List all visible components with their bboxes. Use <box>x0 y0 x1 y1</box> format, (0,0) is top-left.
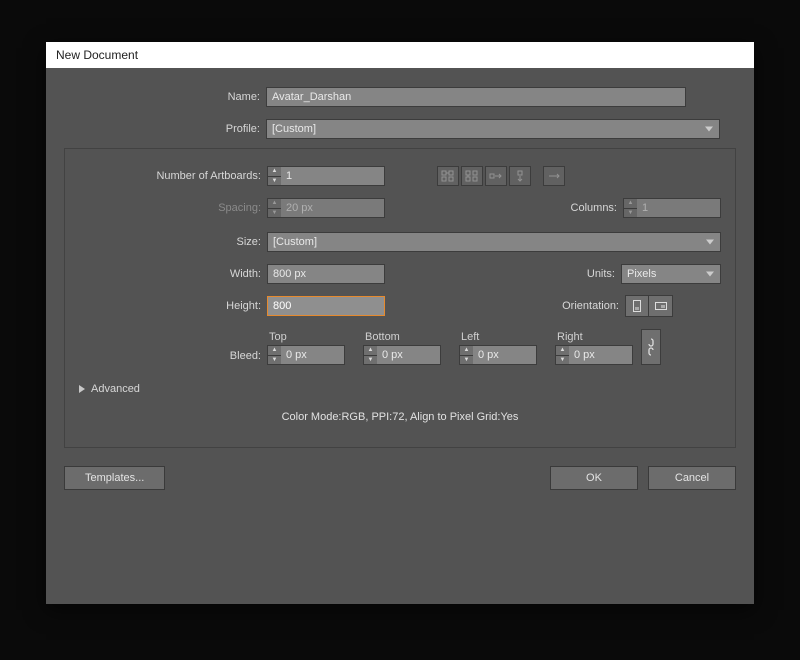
height-input[interactable]: 800 <box>267 296 385 316</box>
orientation-portrait-icon[interactable] <box>625 295 649 317</box>
advanced-summary: Color Mode:RGB, PPI:72, Align to Pixel G… <box>79 395 721 427</box>
document-settings-group: Number of Artboards: ▲▼ 1 <box>64 148 736 448</box>
dialog-titlebar: New Document <box>46 42 754 68</box>
arrange-grid-by-column-icon <box>461 166 483 186</box>
cancel-button[interactable]: Cancel <box>648 466 736 490</box>
profile-value: [Custom] <box>272 123 316 135</box>
units-value: Pixels <box>627 268 656 280</box>
columns-label: Columns: <box>539 202 623 214</box>
bleed-right-stepper[interactable]: ▲▼ 0 px <box>555 345 633 365</box>
ok-button[interactable]: OK <box>550 466 638 490</box>
units-label: Units: <box>537 268 621 280</box>
width-label: Width: <box>79 268 267 280</box>
orientation-landscape-icon[interactable] <box>649 295 673 317</box>
new-document-dialog: New Document Name: Avatar_Darshan Profil… <box>46 42 754 604</box>
stepper-arrows-icon[interactable]: ▲▼ <box>267 166 281 186</box>
name-label: Name: <box>64 91 266 103</box>
dialog-title: New Document <box>56 48 138 62</box>
stepper-arrows-icon[interactable]: ▲▼ <box>363 345 377 365</box>
arrange-grid-by-row-icon <box>437 166 459 186</box>
width-input[interactable]: 800 px <box>267 264 385 284</box>
profile-dropdown[interactable]: [Custom] <box>266 119 720 139</box>
units-dropdown[interactable]: Pixels <box>621 264 721 284</box>
bleed-top-stepper[interactable]: ▲▼ 0 px <box>267 345 345 365</box>
bleed-right-value: 0 px <box>574 349 595 361</box>
orientation-label: Orientation: <box>535 300 625 312</box>
stepper-arrows-icon[interactable]: ▲▼ <box>555 345 569 365</box>
spacing-value: 20 px <box>286 202 313 214</box>
spacing-stepper: ▲▼ 20 px <box>267 198 385 218</box>
stepper-arrows-icon: ▲▼ <box>623 198 637 218</box>
profile-label: Profile: <box>64 123 266 135</box>
name-input[interactable]: Avatar_Darshan <box>266 87 686 107</box>
bleed-top-value: 0 px <box>286 349 307 361</box>
bleed-bottom-value: 0 px <box>382 349 403 361</box>
stepper-arrows-icon: ▲▼ <box>267 198 281 218</box>
templates-button[interactable]: Templates... <box>64 466 165 490</box>
bleed-label: Bleed: <box>79 350 267 365</box>
arrange-column-icon <box>509 166 531 186</box>
link-bleed-icon[interactable] <box>641 329 661 365</box>
advanced-label: Advanced <box>91 383 140 395</box>
stepper-arrows-icon[interactable]: ▲▼ <box>459 345 473 365</box>
width-value: 800 px <box>273 268 306 280</box>
columns-value: 1 <box>642 202 648 214</box>
artboards-label: Number of Artboards: <box>79 170 267 182</box>
orientation-toggle[interactable] <box>625 295 673 317</box>
advanced-toggle[interactable]: Advanced <box>79 383 721 395</box>
name-value: Avatar_Darshan <box>272 91 351 103</box>
height-label: Height: <box>79 300 267 312</box>
size-dropdown[interactable]: [Custom] <box>267 232 721 252</box>
height-value: 800 <box>273 300 291 312</box>
dialog-body: Name: Avatar_Darshan Profile: [Custom] N… <box>46 68 754 508</box>
bleed-bottom-label: Bottom <box>363 331 441 343</box>
arrange-row-icon <box>485 166 507 186</box>
artboards-value: 1 <box>286 170 292 182</box>
size-label: Size: <box>79 236 267 248</box>
size-value: [Custom] <box>273 236 317 248</box>
arrange-rtl-icon <box>543 166 565 186</box>
stepper-arrows-icon[interactable]: ▲▼ <box>267 345 281 365</box>
bleed-top-label: Top <box>267 331 345 343</box>
bleed-right-label: Right <box>555 331 633 343</box>
columns-stepper: ▲▼ 1 <box>623 198 721 218</box>
bleed-left-label: Left <box>459 331 537 343</box>
artboards-stepper[interactable]: ▲▼ 1 <box>267 166 385 186</box>
bleed-left-stepper[interactable]: ▲▼ 0 px <box>459 345 537 365</box>
bleed-left-value: 0 px <box>478 349 499 361</box>
bleed-bottom-stepper[interactable]: ▲▼ 0 px <box>363 345 441 365</box>
spacing-label: Spacing: <box>79 202 267 214</box>
